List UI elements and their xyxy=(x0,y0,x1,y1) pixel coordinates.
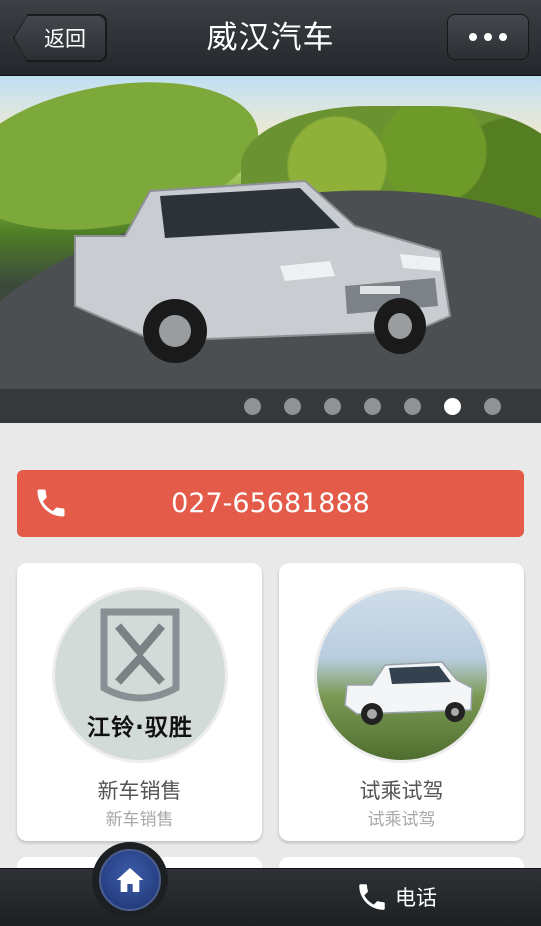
jmc-yusheng-logo: 江铃·驭胜 xyxy=(52,587,228,763)
top-nav-bar: 返回 威汉汽车 xyxy=(0,0,541,76)
card-test-drive[interactable]: 试乘试驾 试乘试驾 xyxy=(279,563,524,841)
test-drive-photo xyxy=(314,587,490,763)
carousel-dot[interactable] xyxy=(244,398,261,415)
bottom-toolbar xyxy=(0,868,541,926)
more-dot-icon xyxy=(469,33,477,41)
carousel-dot[interactable] xyxy=(404,398,421,415)
home-icon xyxy=(116,868,144,892)
bottom-call-button[interactable]: 电话 xyxy=(355,868,437,926)
carousel-dot[interactable] xyxy=(484,398,501,415)
card-title: 试乘试驾 xyxy=(359,779,444,803)
home-button-inner xyxy=(99,849,161,911)
phone-icon xyxy=(359,884,385,910)
page-title: 威汉汽车 xyxy=(206,20,335,56)
carousel-dot[interactable] xyxy=(324,398,341,415)
card-subtitle: 试乘试驾 xyxy=(367,810,436,830)
more-dot-icon xyxy=(499,33,507,41)
card-new-car-sales[interactable]: 江铃·驭胜 新车销售 新车销售 xyxy=(17,563,262,841)
white-truck-image xyxy=(344,661,473,725)
call-label: 电话 xyxy=(395,886,437,910)
card-title: 新车销售 xyxy=(97,779,182,803)
jmc-emblem-icon xyxy=(100,608,180,702)
logo-text: 江铃·驭胜 xyxy=(87,715,193,741)
card-subtitle: 新车销售 xyxy=(105,810,174,830)
more-options-button[interactable] xyxy=(447,14,529,60)
phone-icon xyxy=(37,489,65,517)
banner-truck-image xyxy=(55,166,455,366)
more-dot-icon xyxy=(484,33,492,41)
carousel-dots xyxy=(244,398,501,415)
banner-carousel[interactable] xyxy=(0,76,541,423)
phone-number: 027-65681888 xyxy=(171,488,370,519)
home-button[interactable] xyxy=(92,842,168,918)
carousel-dot[interactable] xyxy=(284,398,301,415)
carousel-dot[interactable] xyxy=(364,398,381,415)
back-button[interactable]: 返回 xyxy=(14,15,106,61)
carousel-dot[interactable] xyxy=(444,398,461,415)
call-phone-button[interactable]: 027-65681888 xyxy=(17,470,524,537)
